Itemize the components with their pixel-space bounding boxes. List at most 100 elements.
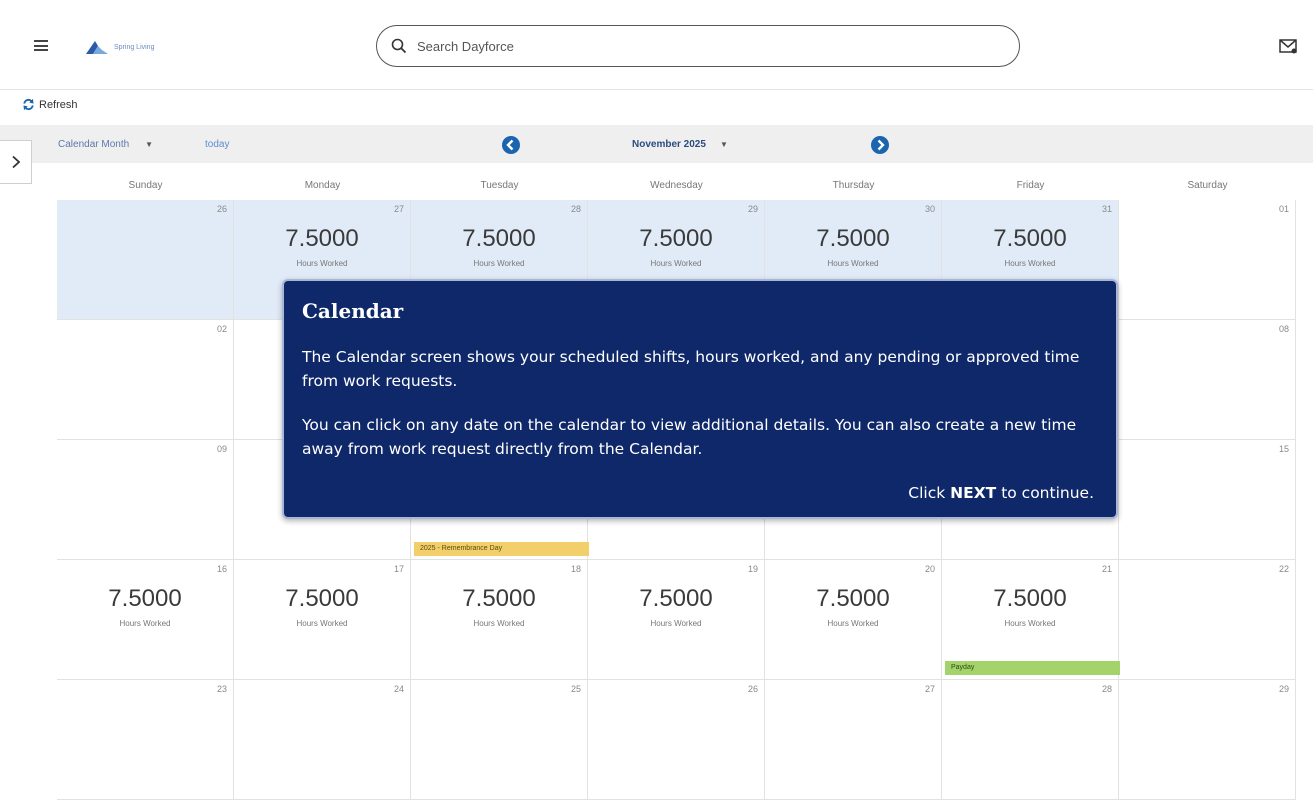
day-number: 25 — [570, 684, 581, 694]
day-number: 18 — [570, 564, 581, 574]
tooltip-next-hint: Click NEXT to continue. — [908, 484, 1094, 502]
next-keyword: NEXT — [950, 484, 997, 502]
day-number: 01 — [1278, 204, 1289, 214]
company-logo[interactable]: Spring Living — [84, 37, 174, 57]
day-number: 24 — [393, 684, 404, 694]
calendar-day-cell[interactable]: 01 — [1119, 200, 1296, 320]
day-number: 22 — [1278, 564, 1289, 574]
holiday-event[interactable]: 2025 - Remembrance Day — [414, 542, 589, 556]
weekday-label: Sunday — [128, 180, 163, 191]
calendar-day-cell[interactable]: 08 — [1119, 320, 1296, 440]
day-number: 28 — [1101, 684, 1112, 694]
day-number: 17 — [393, 564, 404, 574]
hours-value: 7.5000 — [993, 585, 1067, 612]
tooltip-paragraph: The Calendar screen shows your scheduled… — [302, 348, 1080, 390]
day-number: 28 — [570, 204, 581, 214]
calendar-day-cell[interactable]: 26 — [588, 680, 765, 800]
hours-worked-label: Hours Worked — [473, 619, 525, 628]
calendar-day-cell[interactable]: 27 — [765, 680, 942, 800]
calendar-day-cell[interactable]: 22 — [1119, 560, 1296, 680]
weekday-label: Tuesday — [480, 180, 519, 191]
calendar-day-cell[interactable]: 19 7.5000 Hours Worked — [588, 560, 765, 680]
weekday-label: Monday — [304, 180, 341, 191]
mail-icon[interactable] — [1279, 38, 1297, 54]
hours-value: 7.5000 — [639, 585, 713, 612]
day-number: 30 — [924, 204, 935, 214]
weekday-label: Wednesday — [650, 180, 703, 191]
calendar-day-cell[interactable]: 29 — [1119, 680, 1296, 800]
hours-worked-label: Hours Worked — [1004, 259, 1056, 268]
calendar-day-cell[interactable]: 18 7.5000 Hours Worked — [411, 560, 588, 680]
calendar-day-cell[interactable]: 26 — [57, 200, 234, 320]
logo-icon — [86, 41, 108, 54]
day-number: 27 — [924, 684, 935, 694]
calendar-day-cell[interactable]: 02 — [57, 320, 234, 440]
chevron-right-icon — [11, 155, 20, 169]
view-dropdown[interactable]: Calendar Month ▼ — [58, 139, 153, 150]
hours-worked-label: Hours Worked — [827, 259, 879, 268]
logo-text: Spring Living — [114, 43, 155, 51]
hours-worked-label: Hours Worked — [827, 619, 879, 628]
hours-worked-label: Hours Worked — [1004, 619, 1056, 628]
hours-value: 7.5000 — [816, 225, 890, 252]
weekday-label: Saturday — [1187, 180, 1228, 191]
day-number: 31 — [1101, 204, 1112, 214]
day-number: 20 — [924, 564, 935, 574]
previous-month-button[interactable] — [502, 136, 520, 154]
calendar-day-cell[interactable]: 09 — [57, 440, 234, 560]
month-label: November 2025 — [632, 139, 706, 150]
calendar-day-cell[interactable]: 16 7.5000 Hours Worked — [57, 560, 234, 680]
day-number: 29 — [747, 204, 758, 214]
calendar-day-cell[interactable]: 20 7.5000 Hours Worked — [765, 560, 942, 680]
hours-worked-label: Hours Worked — [296, 619, 348, 628]
hours-value: 7.5000 — [285, 225, 359, 252]
weekday-label: Thursday — [832, 180, 875, 191]
day-number: 23 — [216, 684, 227, 694]
payday-event[interactable]: Payday — [945, 661, 1120, 675]
hours-value: 7.5000 — [993, 225, 1067, 252]
hours-worked-label: Hours Worked — [650, 619, 702, 628]
calendar-day-cell[interactable]: 24 — [234, 680, 411, 800]
hours-worked-label: Hours Worked — [119, 619, 171, 628]
day-number: 19 — [747, 564, 758, 574]
chevron-down-icon: ▼ — [719, 140, 728, 149]
hours-worked-label: Hours Worked — [650, 259, 702, 268]
tooltip-title: Calendar — [302, 299, 404, 323]
day-number: 27 — [393, 204, 404, 214]
next-hint-prefix: Click — [908, 484, 946, 502]
day-number: 09 — [216, 444, 227, 454]
side-panel-toggle[interactable] — [0, 140, 32, 184]
chevron-down-icon: ▼ — [145, 140, 154, 149]
hours-value: 7.5000 — [462, 225, 536, 252]
next-month-button[interactable] — [871, 136, 889, 154]
hours-worked-label: Hours Worked — [473, 259, 525, 268]
weekday-label: Friday — [1016, 180, 1045, 191]
top-bar: Spring Living — [0, 0, 1313, 90]
calendar-day-cell[interactable]: 25 — [411, 680, 588, 800]
month-dropdown[interactable]: November 2025 ▼ — [632, 139, 728, 150]
chevron-right-icon — [877, 139, 885, 151]
hours-value: 7.5000 — [462, 585, 536, 612]
calendar-day-cell[interactable]: 17 7.5000 Hours Worked — [234, 560, 411, 680]
search-input[interactable] — [415, 37, 975, 55]
day-number: 21 — [1101, 564, 1112, 574]
day-number: 16 — [216, 564, 227, 574]
next-hint-suffix: to continue. — [1001, 484, 1094, 502]
hours-value: 7.5000 — [639, 225, 713, 252]
onboarding-tooltip: Calendar The Calendar screen shows your … — [282, 279, 1118, 519]
refresh-button[interactable]: Refresh — [22, 98, 78, 111]
calendar-day-cell[interactable]: 23 — [57, 680, 234, 800]
today-link[interactable]: today — [205, 139, 229, 150]
chevron-left-icon — [506, 139, 514, 151]
hours-worked-label: Hours Worked — [296, 259, 348, 268]
hamburger-menu-icon[interactable] — [34, 40, 48, 51]
calendar-day-cell[interactable]: 15 — [1119, 440, 1296, 560]
tooltip-paragraph: You can click on any date on the calenda… — [302, 416, 1077, 458]
hours-value: 7.5000 — [108, 585, 182, 612]
hours-value: 7.5000 — [816, 585, 890, 612]
view-dropdown-label: Calendar Month — [58, 139, 130, 150]
calendar-day-cell[interactable]: 28 — [942, 680, 1119, 800]
day-number: 26 — [216, 204, 227, 214]
search-bar[interactable] — [376, 25, 1020, 67]
hours-value: 7.5000 — [285, 585, 359, 612]
